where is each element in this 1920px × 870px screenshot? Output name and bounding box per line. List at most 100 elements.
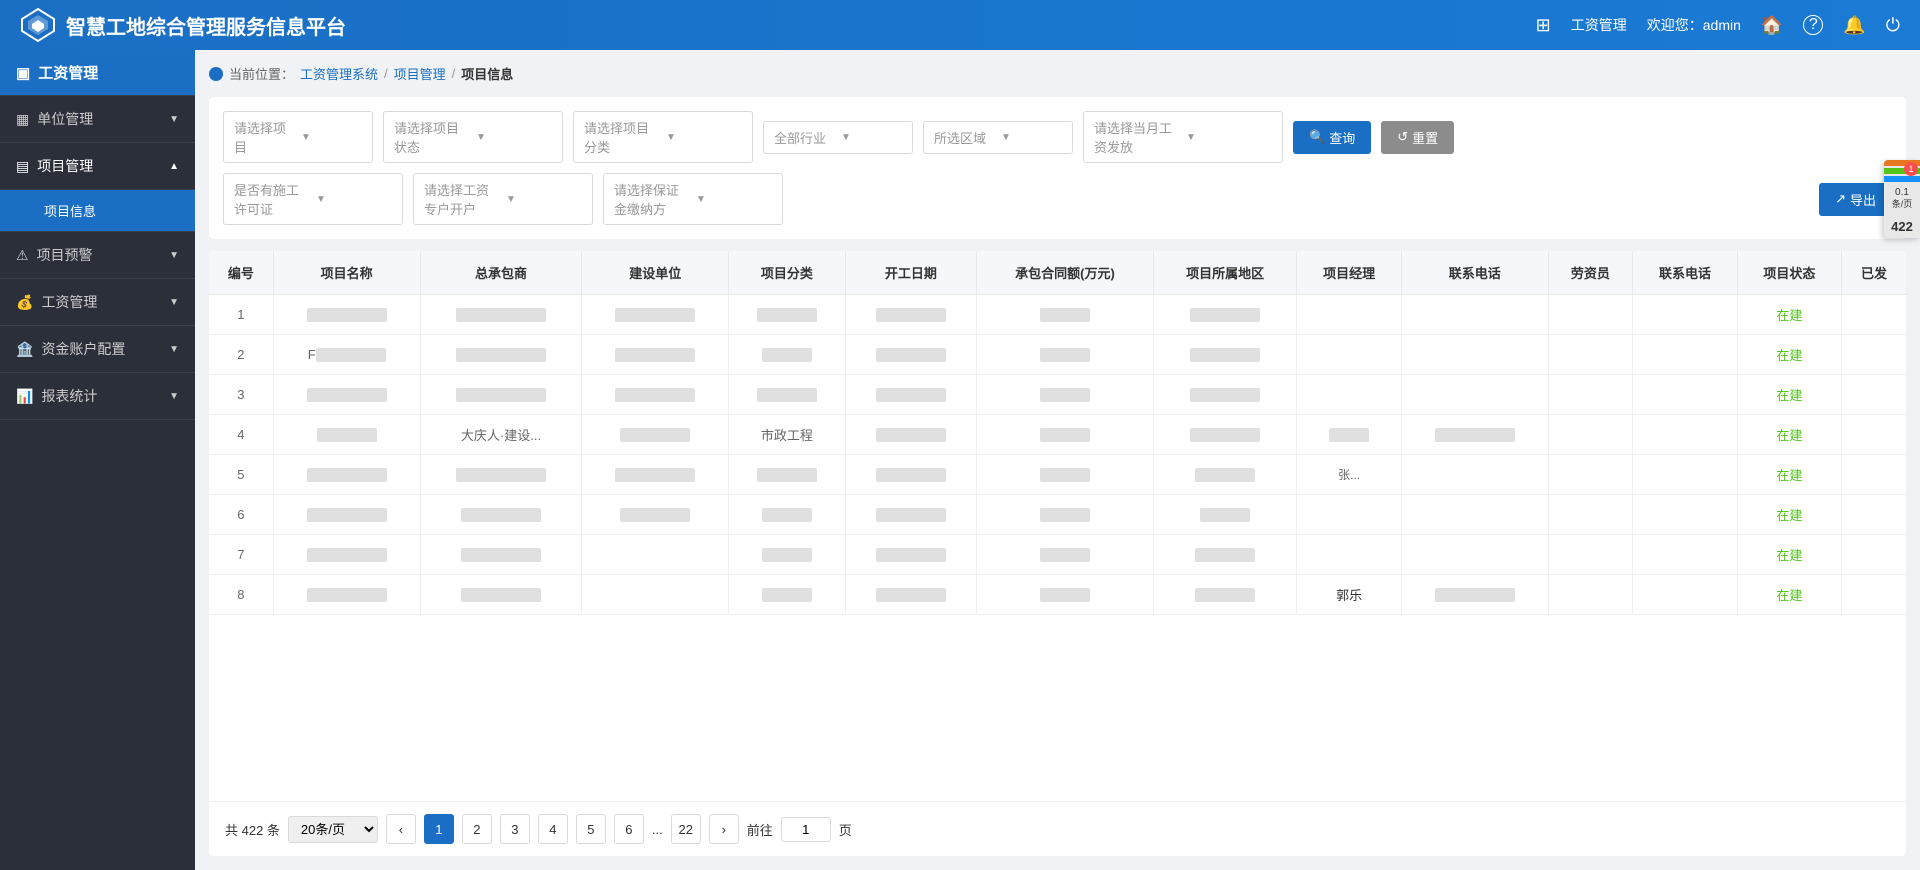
page-btn-5[interactable]: 5	[576, 814, 606, 844]
cell-builder	[582, 335, 729, 375]
next-page-btn[interactable]: ›	[709, 814, 739, 844]
sidebar-item-wage-mgmt[interactable]: 💰 工资管理 ▼	[0, 279, 195, 326]
sidebar-item-project-mgmt[interactable]: ▤ 项目管理 ▲	[0, 143, 195, 190]
cell-date	[845, 575, 977, 615]
select-account[interactable]: 请选择工资专户开户 ▼	[413, 173, 593, 225]
cell-tel2	[1633, 335, 1737, 375]
cell-issued	[1842, 295, 1906, 335]
breadcrumb-dot	[209, 67, 223, 81]
cell-mgr	[1297, 375, 1401, 415]
cell-amount	[977, 295, 1153, 335]
warning-icon: ⚠	[16, 247, 29, 264]
select-project[interactable]: 请选择项目 ▼	[223, 111, 373, 163]
select-status[interactable]: 请选择项目状态 ▼	[383, 111, 563, 163]
sidebar-item-account-config[interactable]: 🏦 资金账户配置 ▼	[0, 326, 195, 373]
sidebar-icon: ▣	[16, 64, 30, 82]
cell-labor	[1548, 535, 1633, 575]
cell-issued	[1842, 495, 1906, 535]
table-wrapper[interactable]: 编号 项目名称 总承包商 建设单位 项目分类 开工日期 承包合同额(万元) 项目…	[209, 251, 1906, 801]
cell-amount	[977, 375, 1153, 415]
wage-mgmt-label[interactable]: 工资管理	[1571, 15, 1627, 35]
cell-id: 7	[209, 535, 273, 575]
app-title: 智慧工地综合管理服务信息平台	[66, 11, 346, 40]
cell-date	[845, 335, 977, 375]
col-builder: 建设单位	[582, 251, 729, 295]
page-btn-22[interactable]: 22	[671, 814, 701, 844]
cell-category	[729, 335, 845, 375]
query-button[interactable]: 🔍 查询	[1293, 121, 1371, 154]
cell-builder	[582, 455, 729, 495]
page-btn-1[interactable]: 1	[424, 814, 454, 844]
cell-name	[273, 415, 420, 455]
power-icon[interactable]: ⏻	[1886, 15, 1900, 36]
cell-amount	[977, 575, 1153, 615]
cell-id: 3	[209, 375, 273, 415]
project-mgmt-icon: ▤	[16, 158, 29, 175]
prev-page-btn[interactable]: ‹	[386, 814, 416, 844]
cell-category	[729, 455, 845, 495]
select-salary[interactable]: 请选择当月工资发放 ▼	[1083, 111, 1283, 163]
cell-status: 在建	[1737, 535, 1841, 575]
page-size-select[interactable]: 20条/页 50条/页 100条/页	[288, 816, 378, 843]
page-btn-2[interactable]: 2	[462, 814, 492, 844]
select-guarantee[interactable]: 请选择保证金缴纳方 ▼	[603, 173, 783, 225]
cell-mgr	[1297, 295, 1401, 335]
cell-mgr: 张...	[1297, 455, 1401, 495]
col-id: 编号	[209, 251, 273, 295]
cell-district	[1153, 575, 1297, 615]
cell-builder	[582, 375, 729, 415]
cell-tel1	[1401, 415, 1548, 455]
cell-status: 在建	[1737, 495, 1841, 535]
cell-id: 4	[209, 415, 273, 455]
select-industry[interactable]: 全部行业 ▼	[763, 121, 913, 154]
cell-builder	[582, 415, 729, 455]
sidebar-item-unit-mgmt[interactable]: ▦ 单位管理 ▼	[0, 96, 195, 143]
cell-contractor	[420, 455, 582, 495]
help-icon[interactable]: ?	[1803, 15, 1823, 35]
chevron-down-icon: ▼	[1001, 132, 1062, 143]
cell-tel2	[1633, 295, 1737, 335]
account-arrow: ▼	[169, 344, 179, 355]
cell-status: 在建	[1737, 375, 1841, 415]
reset-button[interactable]: ↺ 重置	[1381, 121, 1454, 154]
account-icon: 🏦	[16, 341, 33, 358]
select-area-label: 所选区域	[934, 128, 995, 147]
sidebar-sub-item-project-info[interactable]: 项目信息	[0, 190, 195, 232]
select-area[interactable]: 所选区域 ▼	[923, 121, 1073, 154]
cell-tel1	[1401, 535, 1548, 575]
cell-issued	[1842, 575, 1906, 615]
page-btn-6[interactable]: 6	[614, 814, 644, 844]
page-btn-3[interactable]: 3	[500, 814, 530, 844]
select-permit[interactable]: 是否有施工许可证 ▼	[223, 173, 403, 225]
select-project-label: 请选择项目	[234, 118, 295, 156]
cell-tel2	[1633, 455, 1737, 495]
sidebar-item-project-warning[interactable]: ⚠ 项目预警 ▼	[0, 232, 195, 279]
report-icon: 📊	[16, 388, 33, 405]
home-icon[interactable]: 🏠	[1761, 15, 1783, 36]
export-button[interactable]: ↗ 导出	[1819, 183, 1892, 216]
col-proj-mgr: 项目经理	[1297, 251, 1401, 295]
breadcrumb: 当前位置： 工资管理系统 / 项目管理 / 项目信息	[209, 64, 1906, 83]
project-mgmt-label: 项目管理	[37, 156, 93, 176]
cell-builder	[582, 295, 729, 335]
wage-icon: 💰	[16, 294, 33, 311]
sidebar-item-report-stats[interactable]: 📊 报表统计 ▼	[0, 373, 195, 420]
cell-contractor	[420, 335, 582, 375]
cell-id: 8	[209, 575, 273, 615]
cell-category	[729, 375, 845, 415]
go-to-label: 前往	[747, 820, 773, 839]
breadcrumb-path-0: 工资管理系统	[300, 64, 378, 83]
cell-tel2	[1633, 535, 1737, 575]
page-btn-4[interactable]: 4	[538, 814, 568, 844]
bell-icon[interactable]: 🔔	[1843, 15, 1865, 36]
select-category-label: 请选择项目分类	[584, 118, 660, 156]
cell-category	[729, 535, 845, 575]
page-go-input[interactable]	[781, 817, 831, 842]
breadcrumb-path-2: 项目信息	[461, 64, 513, 83]
grid-icon[interactable]: ⊞	[1536, 15, 1551, 36]
table-body: 1	[209, 295, 1906, 615]
select-category[interactable]: 请选择项目分类 ▼	[573, 111, 753, 163]
cell-tel1	[1401, 335, 1548, 375]
col-project-name: 项目名称	[273, 251, 420, 295]
col-contract-amount: 承包合同额(万元)	[977, 251, 1153, 295]
